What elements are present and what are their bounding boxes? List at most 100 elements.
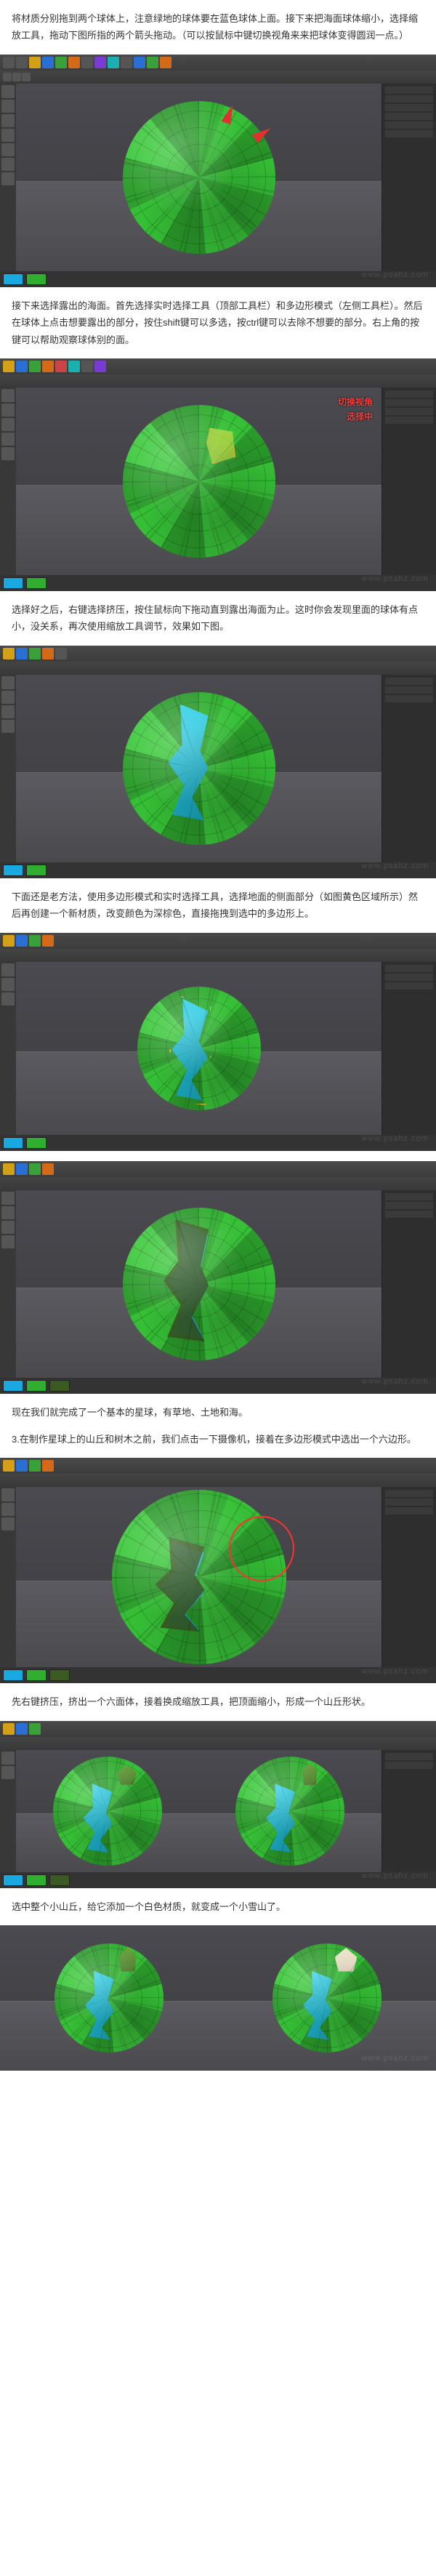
viewport-scene[interactable] xyxy=(16,962,382,1135)
toolbar-icon[interactable] xyxy=(68,57,80,68)
toolbar-icon[interactable] xyxy=(16,648,28,659)
tool-icon[interactable] xyxy=(1,1517,15,1530)
tool-icon[interactable] xyxy=(1,114,15,127)
toolbar-icon[interactable] xyxy=(108,57,119,68)
toolbar-icon[interactable] xyxy=(55,361,67,372)
toolbar-icon[interactable] xyxy=(94,57,106,68)
toolbar-icon[interactable] xyxy=(16,57,28,68)
tool-icon[interactable] xyxy=(1,85,15,98)
viewport-scene[interactable] xyxy=(16,1190,382,1378)
toolbar-icon[interactable] xyxy=(16,1460,28,1472)
tool-icon[interactable] xyxy=(1,676,15,689)
toolbar-icon[interactable] xyxy=(29,1460,41,1472)
toolbar-icon[interactable] xyxy=(55,57,67,68)
material-swatch-blue[interactable] xyxy=(3,1874,23,1886)
toolbar-icon[interactable] xyxy=(22,73,31,81)
tool-icon[interactable] xyxy=(1,100,15,113)
toolbar-icon[interactable] xyxy=(16,1163,28,1175)
viewport-scene[interactable] xyxy=(0,1925,436,2071)
toolbar-icon[interactable] xyxy=(3,648,15,659)
toolbar-icon[interactable] xyxy=(134,57,145,68)
toolbar-icon[interactable] xyxy=(42,1163,54,1175)
toolbar-icon[interactable] xyxy=(16,361,28,372)
tool-icon[interactable] xyxy=(1,1206,15,1219)
toolbar-icon[interactable] xyxy=(42,361,54,372)
material-swatch-green[interactable] xyxy=(26,1669,47,1681)
material-swatch-blue[interactable] xyxy=(3,864,23,876)
material-swatch-blue[interactable] xyxy=(3,1669,23,1681)
planet-sphere[interactable] xyxy=(123,1208,275,1360)
tool-icon[interactable] xyxy=(1,1766,15,1779)
toolbar-icon[interactable] xyxy=(3,1723,15,1735)
toolbar-icon[interactable] xyxy=(3,935,15,947)
tool-icon[interactable] xyxy=(1,963,15,976)
viewport-scene[interactable] xyxy=(16,1487,382,1667)
toolbar-icon[interactable] xyxy=(29,57,41,68)
toolbar-icon[interactable] xyxy=(121,57,132,68)
material-swatch-green[interactable] xyxy=(26,577,47,589)
planet-right[interactable] xyxy=(272,1943,382,2053)
viewport-scene[interactable] xyxy=(16,84,382,271)
toolbar-icon[interactable] xyxy=(3,361,15,372)
material-swatch-darkland[interactable] xyxy=(49,1874,70,1886)
tool-icon[interactable] xyxy=(1,1192,15,1205)
toolbar-icon[interactable] xyxy=(42,57,54,68)
material-swatch-darkland[interactable] xyxy=(49,1669,70,1681)
planet-left[interactable] xyxy=(54,1943,164,2053)
tool-icon[interactable] xyxy=(1,1488,15,1501)
tool-icon[interactable] xyxy=(1,172,15,185)
planet-right[interactable] xyxy=(235,1757,344,1866)
material-swatch-green[interactable] xyxy=(26,273,47,285)
tool-icon[interactable] xyxy=(1,1752,15,1765)
toolbar-icon[interactable] xyxy=(29,935,41,947)
tool-icon[interactable] xyxy=(1,720,15,733)
tool-icon[interactable] xyxy=(1,691,15,704)
toolbar-icon[interactable] xyxy=(81,57,93,68)
planet-left[interactable] xyxy=(53,1757,162,1866)
viewport-scene[interactable] xyxy=(16,675,382,862)
material-swatch-green[interactable] xyxy=(26,1137,47,1149)
green-sphere[interactable] xyxy=(123,692,275,845)
tool-icon[interactable] xyxy=(1,158,15,171)
toolbar-icon[interactable] xyxy=(3,1460,15,1472)
toolbar-icon[interactable] xyxy=(42,935,54,947)
material-swatch-darkland[interactable] xyxy=(49,1380,70,1392)
toolbar-icon[interactable] xyxy=(160,57,171,68)
toolbar-icon[interactable] xyxy=(94,361,106,372)
material-swatch-blue[interactable] xyxy=(3,1380,23,1392)
toolbar-icon[interactable] xyxy=(29,648,41,659)
toolbar-icon[interactable] xyxy=(12,73,21,81)
tool-icon[interactable] xyxy=(1,433,15,446)
viewport-scene[interactable]: 切换视角 选择中 xyxy=(16,388,382,575)
tool-icon[interactable] xyxy=(1,447,15,460)
tool-icon[interactable] xyxy=(1,1503,15,1516)
green-sphere[interactable] xyxy=(123,101,275,254)
material-swatch-blue[interactable] xyxy=(3,577,23,589)
viewport-scene[interactable] xyxy=(16,1750,382,1872)
toolbar-icon[interactable] xyxy=(42,648,54,659)
material-swatch-blue[interactable] xyxy=(3,273,23,285)
tool-icon[interactable] xyxy=(1,978,15,991)
toolbar-icon[interactable] xyxy=(42,1460,54,1472)
tool-icon[interactable] xyxy=(1,389,15,402)
tool-icon[interactable] xyxy=(1,1235,15,1248)
tool-icon[interactable] xyxy=(1,404,15,417)
material-swatch-green[interactable] xyxy=(26,1874,47,1886)
toolbar-icon[interactable] xyxy=(68,361,80,372)
tool-icon[interactable] xyxy=(1,1221,15,1234)
toolbar-icon[interactable] xyxy=(16,1723,28,1735)
green-sphere[interactable] xyxy=(137,987,261,1110)
toolbar-icon[interactable] xyxy=(16,935,28,947)
material-swatch-green[interactable] xyxy=(26,1380,47,1392)
material-swatch-green[interactable] xyxy=(26,864,47,876)
material-swatch-blue[interactable] xyxy=(3,1137,23,1149)
tool-icon[interactable] xyxy=(1,143,15,156)
toolbar-icon[interactable] xyxy=(3,57,15,68)
tool-icon[interactable] xyxy=(1,992,15,1006)
tool-icon[interactable] xyxy=(1,418,15,431)
toolbar-icon[interactable] xyxy=(3,1163,15,1175)
tool-icon[interactable] xyxy=(1,705,15,718)
toolbar-icon[interactable] xyxy=(3,73,12,81)
toolbar-icon[interactable] xyxy=(147,57,158,68)
toolbar-icon[interactable] xyxy=(29,1163,41,1175)
